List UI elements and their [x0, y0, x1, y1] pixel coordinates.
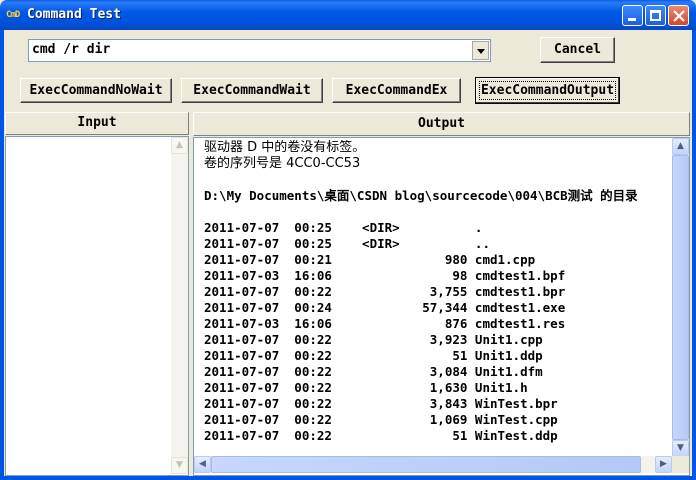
scroll-down-icon: ▼ — [176, 460, 183, 470]
command-combobox[interactable]: cmd /r dir — [28, 39, 491, 62]
scroll-right-icon: ▶ — [660, 459, 667, 469]
exec-command-output-label: ExecCommandOutput — [478, 81, 617, 100]
scrollbar-corner — [672, 456, 689, 473]
output-panel-header: Output — [193, 112, 690, 136]
app-icon: CmD — [6, 10, 20, 20]
output-line: 2011-07-07 00:25 <DIR> .. — [204, 236, 490, 251]
output-text: 驱动器 D 中的卷没有标签。 卷的序列号是 4CC0-CC53 D:\My Docu… — [204, 140, 674, 450]
window-title: Command Test — [27, 7, 121, 22]
cancel-button[interactable]: Cancel — [540, 37, 615, 63]
scroll-right-button[interactable]: ▶ — [655, 456, 672, 473]
window-frame-left — [0, 30, 4, 480]
output-line: 2011-07-07 00:22 51 WinTest.ddp — [204, 428, 558, 443]
output-line: 卷的序列号是 4CC0-CC53 — [204, 156, 361, 171]
scroll-left-button[interactable]: ◀ — [194, 456, 211, 473]
window-frame-right — [692, 30, 696, 480]
exec-command-output-button[interactable]: ExecCommandOutput — [475, 77, 620, 104]
output-line: D:\My Documents\桌面\CSDN blog\sourcecode\… — [204, 188, 638, 203]
scroll-up-button[interactable]: ▲ — [171, 137, 188, 154]
output-line: 2011-07-07 00:22 3,755 cmdtest1.bpr — [204, 284, 566, 299]
close-icon — [673, 10, 685, 22]
close-button[interactable] — [668, 5, 689, 26]
output-line: 2011-07-07 00:22 3,843 WinTest.bpr — [204, 396, 558, 411]
scroll-down-icon: ▼ — [677, 443, 684, 453]
minimize-button[interactable] — [622, 5, 643, 26]
output-line: 2011-07-07 00:22 3,923 Unit1.cpp — [204, 332, 543, 347]
combobox-dropdown-button[interactable] — [472, 41, 489, 60]
minimize-icon — [628, 18, 636, 21]
maximize-icon — [650, 10, 661, 21]
output-line: 2011-07-07 00:22 51 Unit1.ddp — [204, 348, 543, 363]
chevron-down-icon — [477, 49, 485, 54]
output-memo[interactable]: 驱动器 D 中的卷没有标签。 卷的序列号是 4CC0-CC53 D:\My Docu… — [193, 137, 690, 476]
exec-command-nowait-button[interactable]: ExecCommandNoWait — [20, 78, 172, 103]
maximize-button[interactable] — [645, 5, 666, 26]
scroll-down-button[interactable]: ▼ — [171, 457, 188, 474]
scroll-left-icon: ◀ — [199, 459, 206, 469]
output-line: 2011-07-07 00:21 980 cmd1.cpp — [204, 252, 536, 267]
input-panel-header: Input — [5, 112, 189, 135]
scroll-up-icon: ▲ — [677, 141, 684, 151]
input-vertical-scrollbar[interactable]: ▲ ▼ — [171, 137, 188, 474]
window-frame-bottom — [0, 476, 696, 480]
exec-command-ex-button[interactable]: ExecCommandEx — [332, 78, 461, 103]
command-input[interactable]: cmd /r dir — [32, 42, 110, 57]
scroll-up-icon: ▲ — [176, 140, 183, 150]
vertical-scroll-thumb[interactable] — [672, 155, 689, 440]
output-line: 驱动器 D 中的卷没有标签。 — [204, 140, 366, 155]
output-line: 2011-07-07 00:25 <DIR> . — [204, 220, 483, 235]
output-line: 2011-07-03 16:06 876 cmdtest1.res — [204, 316, 566, 331]
output-line: 2011-07-07 00:22 1,630 Unit1.h — [204, 380, 528, 395]
output-horizontal-scrollbar[interactable]: ◀ ▶ — [194, 456, 672, 473]
scroll-down-button[interactable]: ▼ — [672, 440, 689, 457]
output-line: 2011-07-03 16:06 98 cmdtest1.bpf — [204, 268, 566, 283]
output-line: 2011-07-07 00:22 3,084 Unit1.dfm — [204, 364, 543, 379]
horizontal-scroll-thumb[interactable] — [211, 456, 641, 473]
input-memo[interactable] — [5, 136, 189, 476]
output-line: 2011-07-07 00:22 1,069 WinTest.cpp — [204, 412, 558, 427]
output-vertical-scrollbar[interactable]: ▲ ▼ — [672, 138, 689, 458]
exec-command-wait-button[interactable]: ExecCommandWait — [181, 78, 323, 103]
scroll-up-button[interactable]: ▲ — [672, 138, 689, 155]
output-line: 2011-07-07 00:24 57,344 cmdtest1.exe — [204, 300, 566, 315]
